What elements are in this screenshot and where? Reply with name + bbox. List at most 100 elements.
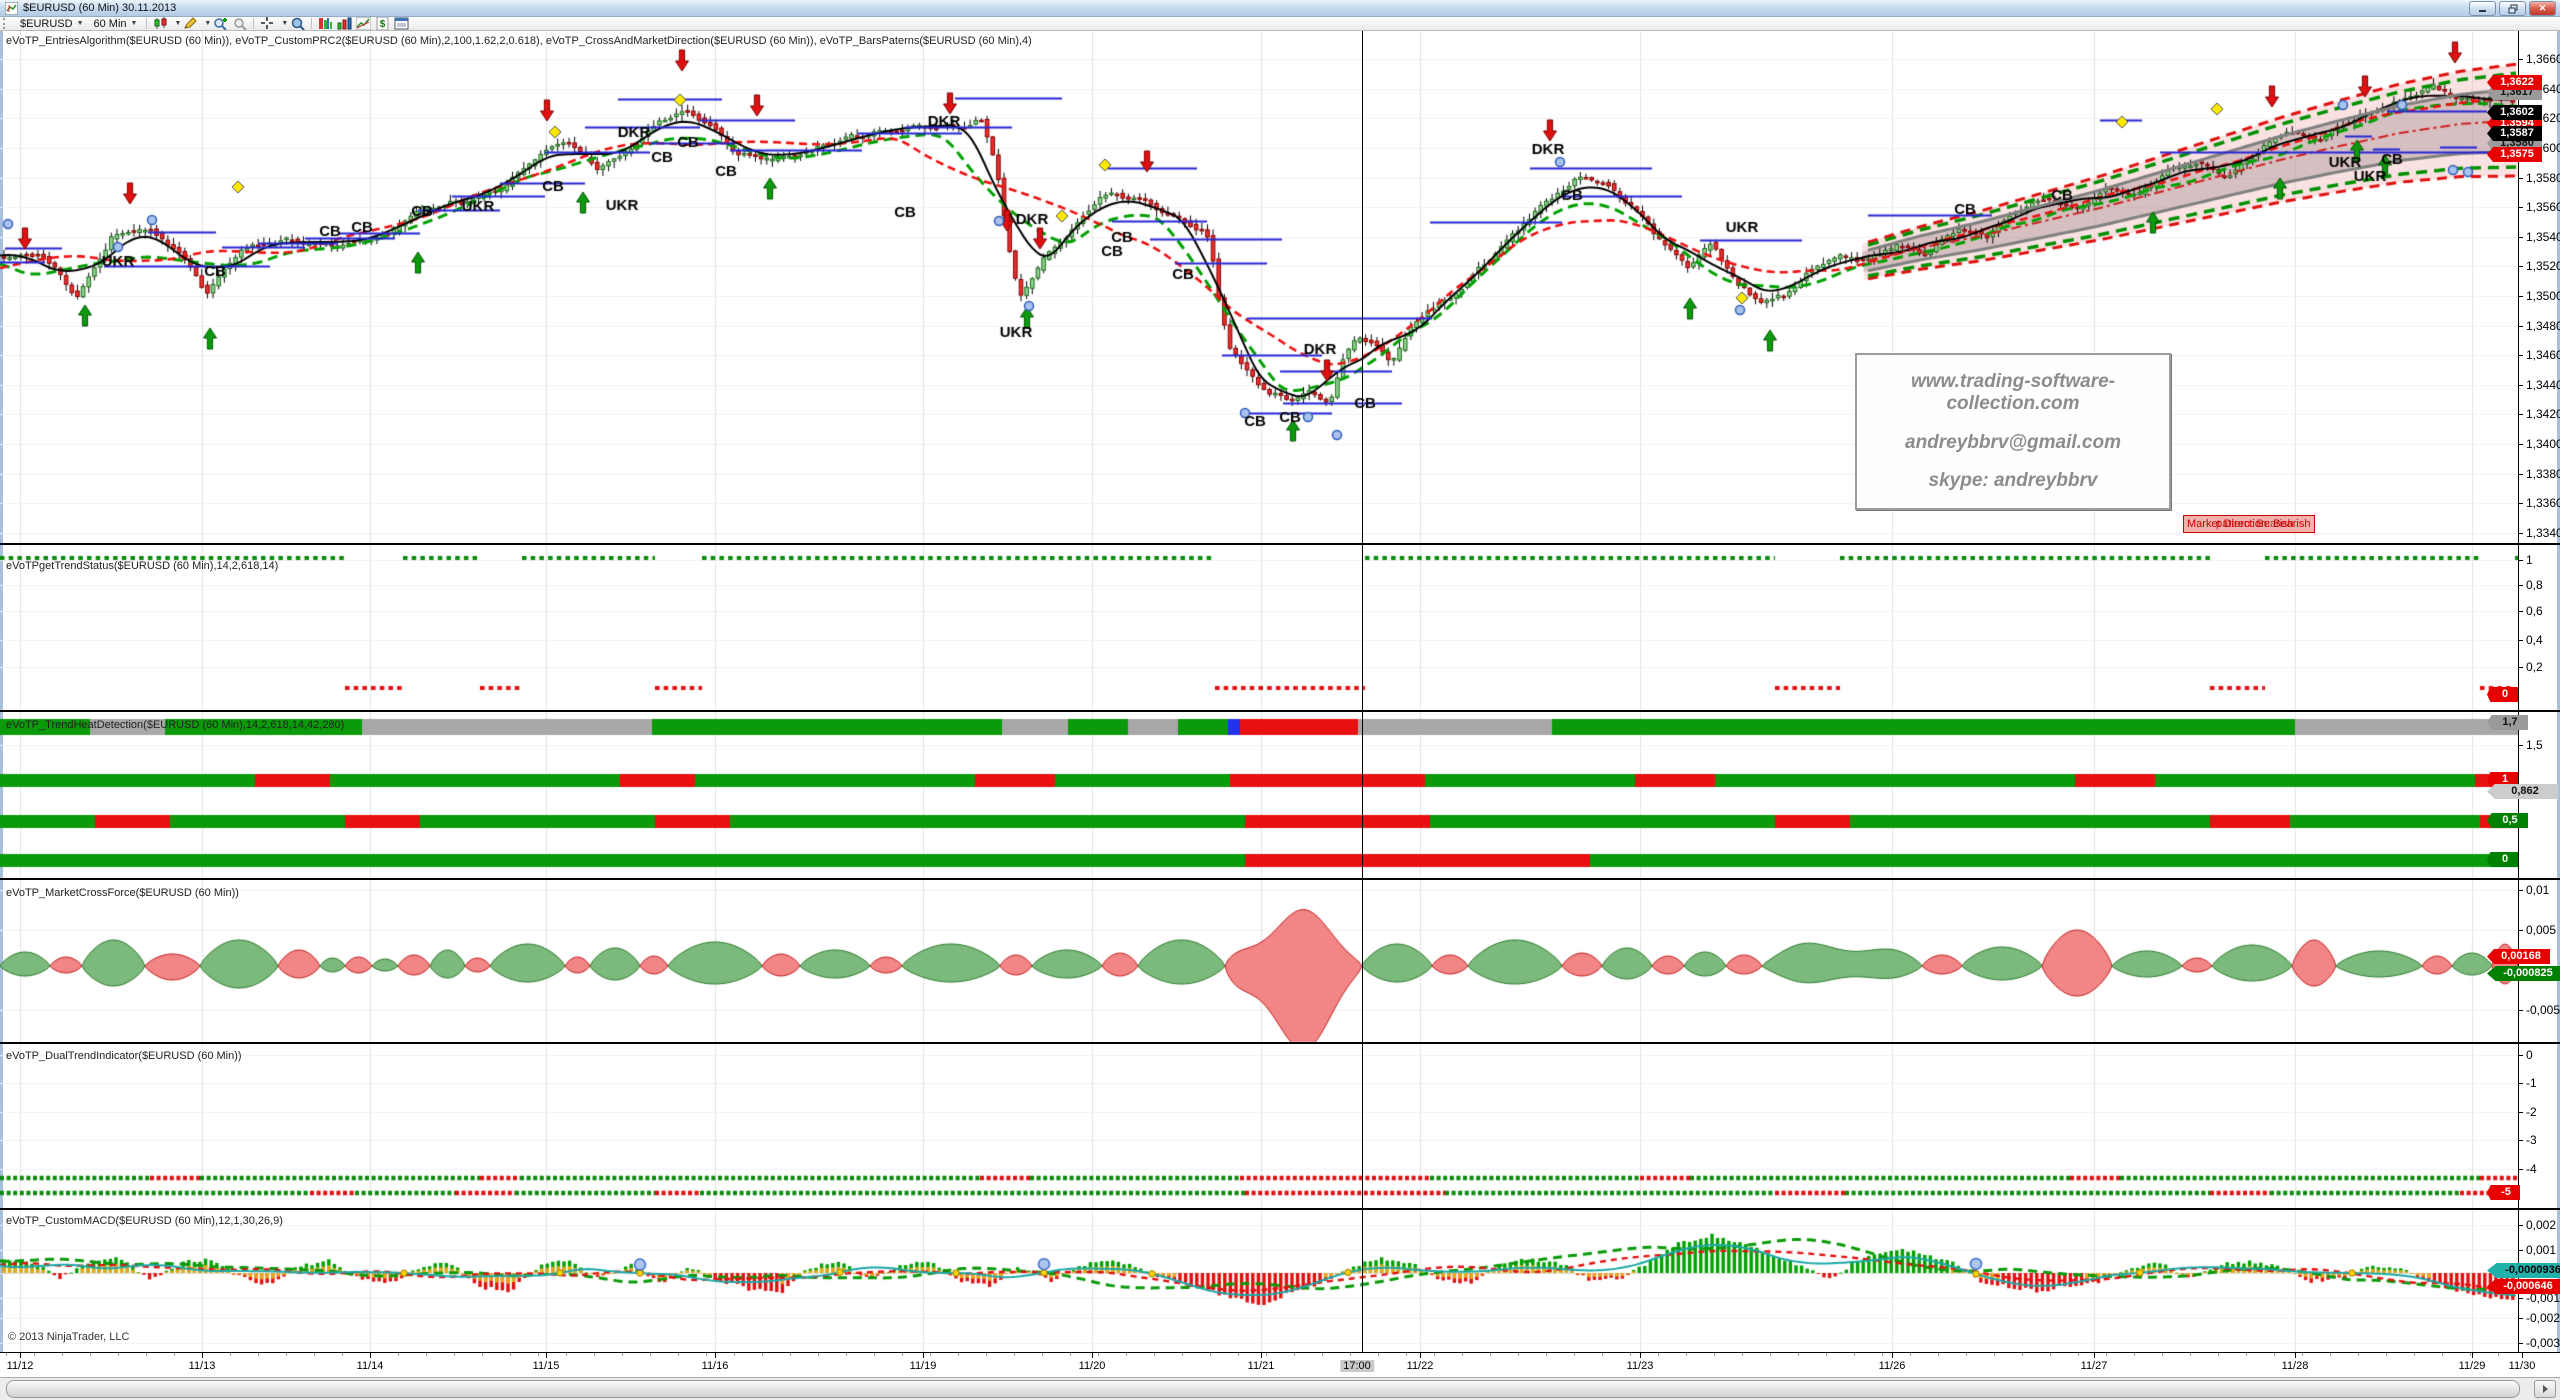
price-axis-line [2518,30,2519,1377]
time-minor-tick [146,1353,147,1356]
watermark-email: andreybbrv@gmail.com [1857,432,2169,454]
time-minor-tick [874,1353,875,1356]
axis-tick-label: 0,2 [2526,660,2543,674]
time-minor-tick [706,1353,707,1356]
time-minor-tick [1322,1353,1323,1356]
time-minor-tick [734,1353,735,1356]
time-minor-tick [342,1353,343,1356]
ninjatrader-chart-window: $EURUSD (60 Min) 30.11.2013 ✕ $EURUSD ▼ … [0,0,2560,1400]
axis-tick [2518,385,2523,386]
time-minor-tick [2134,1353,2135,1356]
axis-tick-label: 1,3460 [2526,348,2560,362]
drawing-tools-icon[interactable] [183,17,198,30]
time-minor-tick [2358,1353,2359,1356]
minimize-button[interactable] [2469,1,2496,16]
time-minor-tick [1966,1353,1967,1356]
horizontal-scrollbar[interactable] [0,1378,2560,1400]
axis-tick [2518,1250,2523,1251]
time-minor-tick [1238,1353,1239,1356]
time-minor-tick [2190,1353,2191,1356]
interval-label: 60 Min [94,18,127,30]
time-minor-tick [930,1353,931,1356]
copyright-label: © 2013 NinjaTrader, LLC [8,1331,129,1343]
time-minor-tick [2414,1353,2415,1356]
time-minor-tick [482,1353,483,1356]
price-tag: -5 [2487,1185,2520,1200]
axis-tick [2518,890,2523,891]
zoom-out-icon[interactable] [232,17,247,30]
scrollbar-thumb[interactable] [6,1380,2520,1398]
time-minor-tick [1910,1353,1911,1356]
instrument-selector[interactable]: $EURUSD ▼ [15,18,89,30]
time-minor-tick [1042,1353,1043,1356]
time-minor-tick [174,1353,175,1356]
time-minor-tick [1798,1353,1799,1356]
time-minor-tick [818,1353,819,1356]
chart-window-icon [5,2,18,15]
axis-tick [2518,1343,2523,1344]
time-day-tick [1892,1353,1893,1358]
time-axis-label: 11/14 [357,1360,384,1372]
chevron-down-icon[interactable]: ▼ [174,20,181,27]
mini-chart-icon[interactable] [356,17,371,30]
panel-separator [0,1208,2560,1210]
time-axis-label: 11/15 [533,1360,560,1372]
time-day-tick [2472,1353,2473,1358]
axis-tick [2518,1169,2523,1170]
time-minor-tick [1014,1353,1015,1356]
time-axis-label: 11/23 [1627,1360,1654,1372]
time-day-tick [202,1353,203,1358]
toolbar-icons: ▼ ▼ ▼ $ [151,17,411,30]
axis-tick-label: -0,002 [2526,1311,2560,1325]
time-axis[interactable]: 11/1211/1311/1411/1511/1611/1911/2011/21… [0,1353,2560,1377]
scrollbar-right-button[interactable] [2534,1380,2556,1398]
time-minor-tick [986,1353,987,1356]
zoom-in-icon[interactable] [213,17,228,30]
axis-tick [2518,585,2523,586]
market-analyzer-icon[interactable] [337,17,352,30]
chevron-down-icon[interactable]: ▼ [204,20,211,27]
axis-tick [2518,611,2523,612]
interval-selector[interactable]: 60 Min ▼ [89,18,143,30]
data-box-icon[interactable] [290,17,305,30]
time-day-tick [923,1353,924,1358]
crosshair-icon[interactable] [260,17,275,30]
macd-indicator-label: eVoTP_CustomMACD($EURUSD (60 Min),12,1,3… [6,1215,283,1227]
axis-tick [2518,1225,2523,1226]
time-minor-tick [538,1353,539,1356]
time-axis-label: 11/19 [910,1360,937,1372]
price-tag: 0,862 [2487,784,2558,799]
time-minor-tick [958,1353,959,1356]
toolbar-grip[interactable] [3,18,12,29]
chevron-down-icon[interactable]: ▼ [281,20,288,27]
time-day-tick [1261,1353,1262,1358]
time-minor-tick [2330,1353,2331,1356]
axis-tick [2518,560,2523,561]
price-tag: -0,000825 [2487,966,2560,981]
chart-style-icon[interactable] [153,17,168,30]
time-minor-tick [622,1353,623,1356]
axis-tick-label: 0,8 [2526,578,2543,592]
axis-tick-label: 1,3420 [2526,407,2560,421]
axis-tick [2518,1055,2523,1056]
time-day-tick [546,1353,547,1358]
close-button[interactable]: ✕ [2529,1,2556,16]
axis-tick [2518,326,2523,327]
restore-button[interactable] [2499,1,2526,16]
time-minor-tick [1742,1353,1743,1356]
price-tag: 1,7 [2487,715,2528,730]
axis-tick-label: 1 [2526,553,2533,567]
properties-icon[interactable] [394,17,409,30]
chart-trader-icon[interactable] [318,17,333,30]
account-performance-icon[interactable]: $ [375,17,390,30]
price-tag: 0,00168 [2487,949,2550,964]
pattern-overlay-text: pattern: Bearish [2216,516,2294,532]
title-bar[interactable]: $EURUSD (60 Min) 30.11.2013 ✕ [0,0,2560,17]
time-axis-label: 11/13 [189,1360,216,1372]
time-axis-label: 11/26 [1879,1360,1906,1372]
chart-canvas[interactable] [0,30,2518,1352]
price-panel-indicator-label: eVoTP_EntriesAlgorithm($EURUSD (60 Min))… [6,35,1032,47]
time-axis-label: 11/16 [702,1360,729,1372]
crosshair-vertical-line [1362,30,1363,1352]
time-axis-label: 11/28 [2282,1360,2309,1372]
